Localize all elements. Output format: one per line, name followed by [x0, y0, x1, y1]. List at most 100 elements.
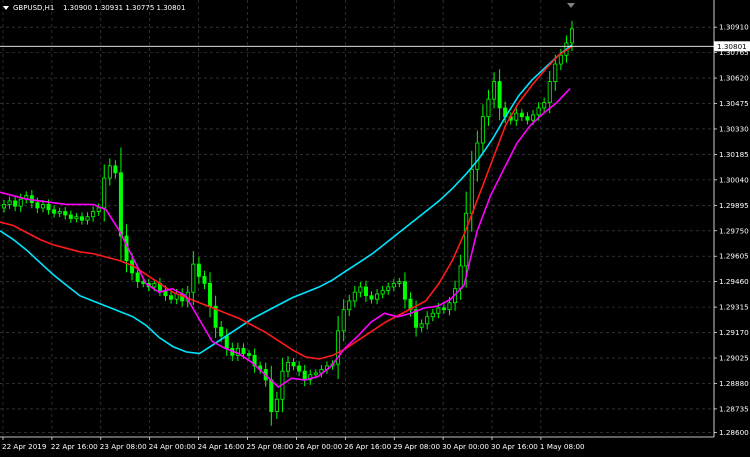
candle-body — [96, 207, 101, 212]
candle-body — [57, 211, 62, 214]
symbol-timeframe[interactable]: GBPUSD,H1 — [13, 4, 54, 12]
price-tick-label: 1.28880 — [719, 379, 749, 388]
chart-header: GBPUSD,H1 1.30900 1.30931 1.30775 1.3080… — [3, 4, 185, 12]
time-tick-label: 22 Apr 2019 — [2, 442, 47, 451]
candle-body — [191, 263, 196, 293]
candle-body — [35, 202, 40, 209]
price-tick-label: 1.30910 — [719, 23, 749, 32]
candle-body — [68, 214, 73, 219]
candle-body — [85, 216, 90, 221]
candle-body — [464, 212, 469, 267]
candle-body — [430, 312, 435, 318]
candle-body — [102, 177, 107, 209]
candle-body — [297, 365, 302, 372]
candle-body — [107, 165, 112, 179]
candle-body — [79, 216, 84, 221]
price-chart[interactable]: 1.309101.307651.306201.304751.303301.301… — [0, 0, 750, 457]
time-tick-label: 1 May 08:00 — [540, 442, 585, 451]
candle-body — [224, 335, 229, 349]
time-tick-label: 30 Apr 00:00 — [442, 442, 489, 451]
chart-shift-marker-icon[interactable] — [567, 3, 575, 8]
price-tick-label: 1.30185 — [719, 150, 749, 159]
candle-body — [169, 295, 174, 300]
price-tag-text: 1.30801 — [717, 42, 747, 51]
price-tick-label: 1.29460 — [719, 277, 749, 286]
price-tick-label: 1.29315 — [719, 303, 749, 312]
candle-body — [558, 54, 563, 65]
candle-body — [480, 116, 485, 144]
candle-body — [436, 307, 441, 314]
symbol-dropdown-icon[interactable] — [3, 6, 9, 10]
candle-body — [269, 379, 274, 412]
price-tick-label: 1.30330 — [719, 124, 749, 133]
candle-body — [118, 172, 123, 237]
candle-body — [202, 276, 207, 284]
candle-body — [291, 362, 296, 367]
candle-body — [525, 116, 530, 121]
time-tick-label: 24 Apr 16:00 — [198, 442, 245, 451]
candle-body — [386, 286, 391, 291]
time-tick-label: 30 Apr 16:00 — [491, 442, 538, 451]
candle-body — [274, 398, 279, 412]
candle-body — [52, 209, 57, 214]
candle-body — [241, 347, 246, 355]
time-tick-label: 22 Apr 16:00 — [51, 442, 98, 451]
candle-body — [7, 200, 12, 205]
ohlc-readout: 1.30900 1.30931 1.30775 1.30801 — [63, 4, 185, 12]
candle-body — [475, 142, 480, 170]
candle-body — [352, 291, 357, 302]
time-tick-label: 26 Apr 00:00 — [295, 442, 342, 451]
price-tick-label: 1.29025 — [719, 354, 749, 363]
candle-body — [536, 107, 541, 116]
candle-body — [402, 281, 407, 300]
candle-body — [542, 102, 547, 109]
chart-grid — [0, 0, 714, 437]
price-tick-label: 1.28735 — [719, 404, 749, 413]
price-tick-label: 1.28600 — [719, 428, 749, 437]
candle-body — [18, 198, 23, 207]
time-tick-label: 25 Apr 08:00 — [247, 442, 294, 451]
candle-body — [547, 81, 552, 104]
candle-body — [285, 362, 290, 372]
candle-body — [425, 316, 430, 325]
time-tick-label: 23 Apr 08:00 — [100, 442, 147, 451]
price-tick-label: 1.29895 — [719, 201, 749, 210]
candle-body — [553, 63, 558, 82]
candle-body — [347, 300, 352, 311]
candle-body — [441, 307, 446, 311]
candle-body — [570, 28, 575, 44]
price-tick-label: 1.30620 — [719, 74, 749, 83]
candle-body — [196, 263, 201, 277]
price-tick-label: 1.29170 — [719, 328, 749, 337]
candle-body — [419, 323, 424, 328]
candle-body — [458, 265, 463, 290]
candle-body — [313, 372, 318, 376]
candle-body — [63, 211, 68, 216]
candle-body — [397, 281, 402, 284]
candle-body — [13, 200, 18, 207]
candle-body — [519, 112, 524, 118]
price-tick-label: 1.30040 — [719, 175, 749, 184]
candle-body — [391, 283, 396, 288]
candle-body — [135, 272, 140, 283]
candle-body — [208, 283, 213, 307]
candle-body — [380, 290, 385, 295]
candle-body — [152, 283, 157, 288]
candle-body — [2, 204, 7, 209]
candle-body — [40, 204, 45, 209]
candle-body — [74, 216, 79, 219]
candle-body — [369, 295, 374, 300]
candle-body — [514, 112, 519, 121]
candle-body — [531, 114, 536, 121]
price-axis[interactable]: 1.309101.307651.306201.304751.303301.301… — [713, 0, 749, 437]
candle-body — [469, 168, 474, 214]
time-axis[interactable]: 22 Apr 2019 22 Apr 16:00 23 Apr 08:00 24 Ap… — [0, 436, 714, 451]
price-tick-label: 1.29750 — [719, 226, 749, 235]
price-tick-label: 1.29605 — [719, 252, 749, 261]
candle-body — [486, 98, 491, 118]
candle-body — [302, 370, 307, 381]
candle-body — [447, 302, 452, 311]
time-tick-label: 26 Apr 16:00 — [344, 442, 391, 451]
candle-body — [247, 353, 252, 356]
candle-body — [113, 165, 118, 174]
